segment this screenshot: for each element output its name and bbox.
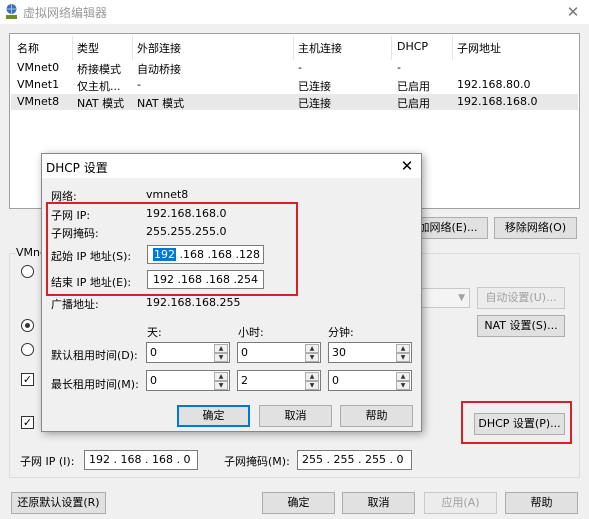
hours-column-label: 小时: [238, 326, 264, 339]
broadcast-label: 广播地址: [51, 298, 99, 311]
network-app-icon [6, 4, 17, 19]
connect-host-adapter-checkbox[interactable]: ✓ [21, 373, 34, 386]
column-separator [132, 36, 133, 60]
cell-name: VMnet1 [17, 78, 60, 91]
close-icon[interactable]: ✕ [561, 2, 585, 22]
column-header-type[interactable]: 类型 [77, 40, 99, 56]
cell-subnet: 192.168.168.0 [457, 95, 538, 108]
cell-external: 自动桥接 [137, 63, 181, 76]
spin-down-icon[interactable]: ▼ [396, 381, 410, 390]
dhcp-ok-button[interactable]: 确定 [177, 405, 250, 427]
cancel-button[interactable]: 取消 [342, 492, 415, 514]
max-lease-label: 最长租用时间(M): [51, 378, 139, 391]
cell-name: VMnet0 [17, 61, 60, 74]
column-header-host[interactable]: 主机连接 [298, 40, 342, 56]
column-header-dhcp[interactable]: DHCP [397, 40, 428, 56]
max-lease-days-spinner[interactable]: 0 ▲ ▼ [146, 370, 230, 391]
default-lease-hours-spinner[interactable]: 0 ▲ ▼ [237, 342, 321, 363]
column-header-name[interactable]: 名称 [17, 40, 39, 56]
dhcp-dialog-title: DHCP 设置 [46, 161, 108, 175]
dhcp-help-button[interactable]: 帮助 [340, 405, 413, 427]
column-header-external[interactable]: 外部连接 [137, 40, 181, 56]
cell-dhcp: 已启用 [397, 80, 430, 93]
spinner-value: 0 [150, 374, 157, 387]
column-separator [293, 36, 294, 60]
cell-type: 桥接模式 [77, 63, 121, 76]
default-lease-label: 默认租用时间(D): [51, 349, 138, 362]
spin-up-icon[interactable]: ▲ [214, 372, 228, 381]
spin-up-icon[interactable]: ▲ [305, 344, 319, 353]
cell-external: NAT 模式 [137, 97, 185, 110]
default-lease-minutes-spinner[interactable]: 30 ▲ ▼ [328, 342, 412, 363]
chevron-down-icon: ▼ [458, 293, 465, 303]
apply-button[interactable]: 应用(A) [424, 492, 497, 514]
max-lease-minutes-spinner[interactable]: 0 ▲ ▼ [328, 370, 412, 391]
ok-button[interactable]: 确定 [262, 492, 335, 514]
cell-host: 已连接 [298, 80, 331, 93]
auto-settings-button[interactable]: 自动设置(U)... [477, 287, 565, 309]
table-row[interactable]: VMnet1 仅主机... - 已连接 已启用 192.168.80.0 [11, 77, 578, 93]
nat-radio[interactable] [21, 319, 34, 332]
spin-up-icon[interactable]: ▲ [396, 372, 410, 381]
cell-type: 仅主机... [77, 80, 121, 93]
subnet-ip-label: 子网 IP (I): [20, 455, 75, 468]
column-separator [72, 36, 73, 60]
network-value: vmnet8 [146, 188, 189, 201]
default-lease-days-spinner[interactable]: 0 ▲ ▼ [146, 342, 230, 363]
remove-network-button[interactable]: 移除网络(O) [494, 217, 577, 239]
ip-settings-highlight [46, 202, 298, 296]
subnet-ip-field[interactable]: 192 . 168 . 168 . 0 [84, 450, 198, 470]
dhcp-cancel-button[interactable]: 取消 [259, 405, 332, 427]
dhcp-settings-dialog: DHCP 设置 ✕ 网络: vmnet8 子网 IP: 192.168.168.… [41, 153, 422, 432]
cell-host: 已连接 [298, 97, 331, 110]
spinner-value: 30 [332, 346, 346, 359]
help-button[interactable]: 帮助 [505, 492, 578, 514]
spin-down-icon[interactable]: ▼ [214, 381, 228, 390]
cell-external: - [137, 78, 141, 91]
dhcp-settings-highlight [461, 401, 572, 444]
cell-type: NAT 模式 [77, 97, 125, 110]
window-title: 虚拟网络编辑器 [23, 6, 108, 20]
cell-subnet: 192.168.80.0 [457, 78, 531, 91]
cell-dhcp: - [397, 61, 401, 74]
table-row[interactable]: VMnet0 桥接模式 自动桥接 - - [11, 60, 578, 76]
subnet-mask-field[interactable]: 255 . 255 . 255 . 0 [297, 450, 412, 470]
spin-down-icon[interactable]: ▼ [305, 381, 319, 390]
minutes-column-label: 分钟: [328, 326, 354, 339]
spinner-value: 0 [241, 346, 248, 359]
spin-down-icon[interactable]: ▼ [305, 353, 319, 362]
bridged-radio[interactable] [21, 265, 34, 278]
column-separator [452, 36, 453, 60]
host-only-radio[interactable] [21, 343, 34, 356]
spinner-value: 0 [150, 346, 157, 359]
use-dhcp-checkbox[interactable]: ✓ [21, 416, 34, 429]
main-titlebar: 虚拟网络编辑器 ✕ [0, 0, 589, 24]
spin-up-icon[interactable]: ▲ [396, 344, 410, 353]
spinner-value: 0 [332, 374, 339, 387]
table-row-selected[interactable]: VMnet8 NAT 模式 NAT 模式 已连接 已启用 192.168.168… [11, 94, 578, 110]
column-separator [391, 36, 392, 60]
dhcp-dialog-titlebar: DHCP 设置 ✕ [42, 154, 421, 178]
cell-dhcp: 已启用 [397, 97, 430, 110]
spin-up-icon[interactable]: ▲ [305, 372, 319, 381]
spinner-value: 2 [241, 374, 248, 387]
subnet-mask-label: 子网掩码(M): [224, 455, 290, 468]
max-lease-hours-spinner[interactable]: 2 ▲ ▼ [237, 370, 321, 391]
restore-defaults-button[interactable]: 还原默认设置(R) [11, 492, 106, 514]
cell-name: VMnet8 [17, 95, 60, 108]
column-header-subnet[interactable]: 子网地址 [457, 40, 501, 56]
spin-up-icon[interactable]: ▲ [214, 344, 228, 353]
bridge-target-select[interactable]: ▼ [418, 288, 470, 308]
days-column-label: 天: [147, 326, 162, 339]
close-icon[interactable]: ✕ [397, 156, 417, 176]
spin-down-icon[interactable]: ▼ [214, 353, 228, 362]
spin-down-icon[interactable]: ▼ [396, 353, 410, 362]
broadcast-value: 192.168.168.255 [146, 296, 241, 309]
cell-host: - [298, 61, 302, 74]
nat-settings-button[interactable]: NAT 设置(S)... [477, 315, 565, 337]
